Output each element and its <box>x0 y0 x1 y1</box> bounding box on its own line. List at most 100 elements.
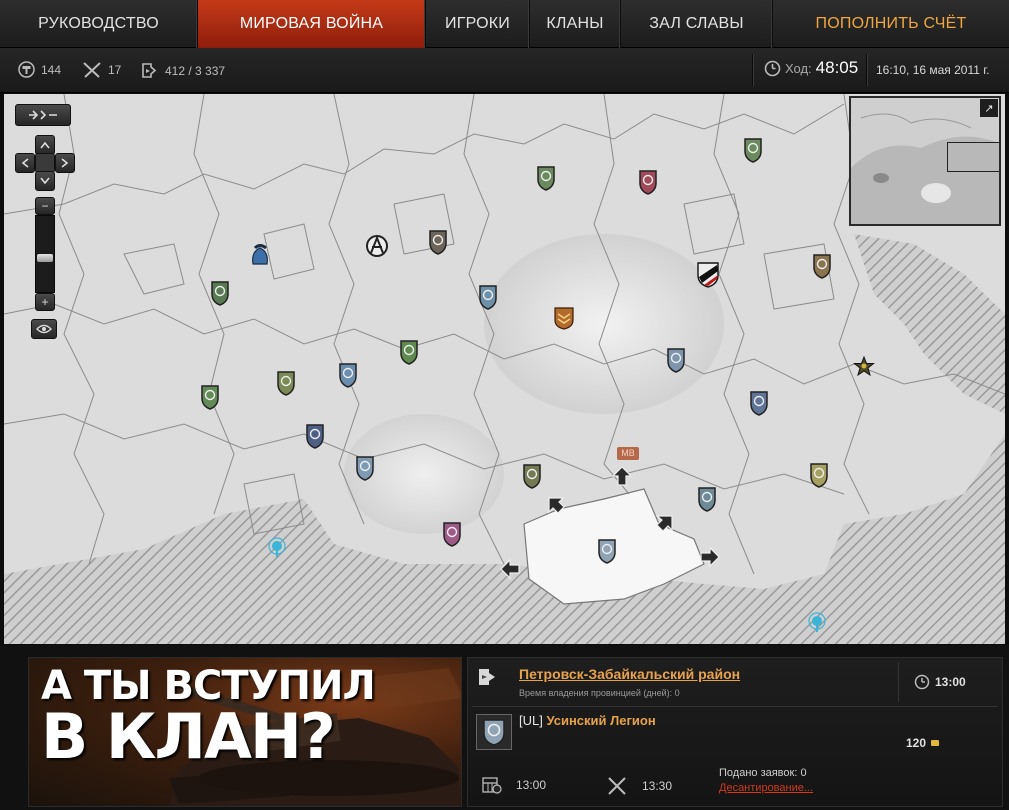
landing-zone-icon[interactable] <box>807 611 827 633</box>
nav-clans[interactable]: Кланы <box>530 0 621 48</box>
zoom-out-button[interactable]: − <box>35 197 55 215</box>
divider <box>472 706 998 707</box>
separator <box>752 54 753 86</box>
clan-marker[interactable] <box>355 455 375 481</box>
mb-tag: MB <box>617 447 639 460</box>
clan-name-text: Усинский Легион <box>546 713 656 728</box>
clan-emblem[interactable] <box>476 714 512 750</box>
clan-marker[interactable] <box>305 423 325 449</box>
world-map[interactable]: − + MB ↗ <box>4 94 1005 644</box>
clan-marker[interactable] <box>276 370 296 396</box>
banner-line-2: В КЛАН? <box>41 700 336 773</box>
stat-tanks: 144 <box>18 61 61 78</box>
app-root: Руководство Мировая война Игроки Кланы З… <box>0 0 1009 810</box>
stat-tanks-value: 144 <box>41 62 62 77</box>
clan-marker[interactable] <box>536 165 556 191</box>
stat-players: 412 / 3 337 <box>140 61 225 80</box>
stats-bar: 144 17 412 / 3 337 Ход: 48:05 16:10, 16 … <box>0 48 1009 93</box>
tank-icon <box>18 61 35 78</box>
nav-guide[interactable]: Руководство <box>0 0 198 48</box>
pan-up-button[interactable] <box>35 135 55 155</box>
clan-gold-value: 120 <box>906 736 927 750</box>
clan-marker[interactable] <box>210 280 230 306</box>
province-prime-time: 13:00 <box>914 674 966 690</box>
chevron-up-icon <box>40 141 50 149</box>
clan-marker[interactable] <box>522 463 542 489</box>
banner-headline: А ТЫ ВСТУПИЛ В КЛАН? <box>41 666 376 773</box>
minimap-viewport[interactable] <box>947 142 999 172</box>
clan-marker[interactable] <box>442 521 462 547</box>
chevron-right-icon <box>61 158 69 168</box>
pan-center-button[interactable] <box>35 153 55 173</box>
province-ownership: Время владения провинцией (дней): 0 <box>519 688 680 698</box>
join-clan-banner[interactable]: А ТЫ ВСТУПИЛ В КЛАН? <box>28 657 462 807</box>
clan-marker[interactable] <box>428 229 448 255</box>
spartan-helmet-icon[interactable] <box>249 244 271 268</box>
attack-arrow-icon[interactable] <box>654 512 676 534</box>
prime-time-schedule: 13:00 <box>482 776 546 794</box>
bottom-panel: А ТЫ ВСТУПИЛ В КЛАН? Петровск-Забайкальс… <box>0 645 1009 810</box>
clan-marker[interactable] <box>812 253 832 279</box>
clock-icon <box>764 60 781 76</box>
clan-name[interactable]: [UL] Усинский Легион <box>519 713 656 728</box>
attack-arrow-icon[interactable] <box>499 558 521 580</box>
top-up-balance-button[interactable]: Пополнить счёт <box>773 0 1009 48</box>
separator <box>866 54 867 86</box>
star-emblem-icon[interactable] <box>853 356 875 376</box>
clock-icon <box>914 674 930 690</box>
chevron-down-icon <box>40 177 50 185</box>
crossed-swords-icon <box>608 777 626 795</box>
chevrons-emblem-icon[interactable] <box>553 306 575 330</box>
divider <box>898 662 899 702</box>
province-name-link[interactable]: Петровск-Забайкальский район <box>519 666 740 682</box>
clan-gold: 120 <box>906 736 940 750</box>
clan-marker[interactable] <box>478 284 498 310</box>
attack-arrow-icon[interactable] <box>545 494 567 516</box>
province-landing-icon <box>479 669 495 685</box>
clan-marker[interactable] <box>200 384 220 410</box>
crossed-swords-icon <box>83 62 101 78</box>
zoom-slider-thumb[interactable] <box>37 254 53 262</box>
landing-arrow-icon <box>142 63 157 78</box>
nav-players[interactable]: Игроки <box>426 0 530 48</box>
top-navigation: Руководство Мировая война Игроки Кланы З… <box>0 0 1009 48</box>
province-info-panel: Петровск-Забайкальский район Время владе… <box>467 657 1003 807</box>
zoom-in-button[interactable]: + <box>35 293 55 311</box>
clan-marker[interactable] <box>666 347 686 373</box>
gold-coin-icon <box>931 740 940 746</box>
minimap-expand-button[interactable]: ↗ <box>980 99 998 117</box>
clan-marker[interactable] <box>697 486 717 512</box>
nav-hall-of-fame[interactable]: Зал славы <box>621 0 773 48</box>
pan-down-button[interactable] <box>35 171 55 191</box>
striped-shield-icon[interactable] <box>696 261 720 289</box>
stat-battles: 17 <box>82 61 121 79</box>
stat-battles-value: 17 <box>108 63 122 77</box>
current-datetime: 16:10, 16 мая 2011 г. <box>876 63 990 77</box>
chevron-left-icon <box>21 158 29 168</box>
prime-time-value: 13:00 <box>516 778 547 792</box>
visibility-toggle-button[interactable] <box>31 319 57 339</box>
pan-left-button[interactable] <box>15 153 35 173</box>
turn-time: 48:05 <box>815 58 859 77</box>
calendar-icon <box>482 777 502 794</box>
clan-marker[interactable] <box>809 462 829 488</box>
clan-marker[interactable] <box>749 390 769 416</box>
pan-right-button[interactable] <box>55 153 75 173</box>
clan-marker[interactable] <box>338 362 358 388</box>
clan-marker[interactable] <box>399 339 419 365</box>
clan-marker[interactable] <box>743 137 763 163</box>
double-arrow-icon <box>29 110 57 120</box>
battle-time-schedule: 13:30 <box>606 776 672 796</box>
clan-marker-selected[interactable] <box>597 538 617 564</box>
clan-shield-icon <box>483 719 505 746</box>
clan-marker[interactable] <box>638 169 658 195</box>
attack-arrow-icon[interactable] <box>699 546 721 568</box>
anarchy-emblem-icon[interactable] <box>365 234 389 258</box>
landing-zone-icon[interactable] <box>267 536 287 558</box>
minimap[interactable]: ↗ <box>849 96 1001 226</box>
nav-world-war[interactable]: Мировая война <box>198 0 426 48</box>
landing-link[interactable]: Десантирование... <box>719 782 813 794</box>
map-mode-toggle-button[interactable] <box>15 104 71 126</box>
attack-arrow-icon[interactable] <box>611 465 633 487</box>
eye-icon <box>36 324 52 334</box>
